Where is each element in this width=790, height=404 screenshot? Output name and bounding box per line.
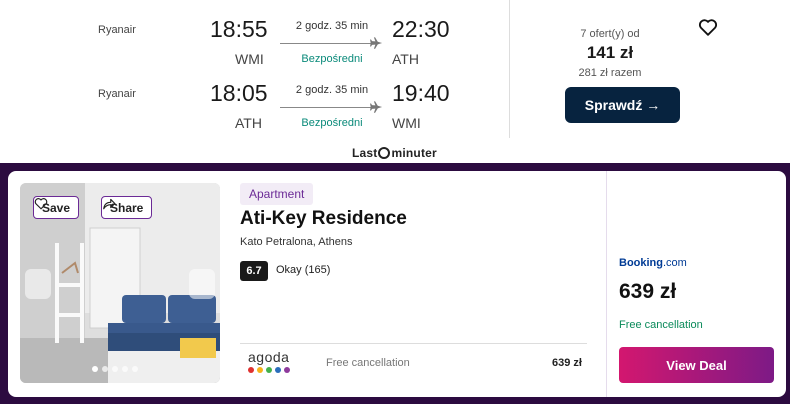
airline-name: Ryanair [98, 24, 136, 36]
lastminuter-logo: Last minuter [352, 145, 437, 161]
deal-divider [606, 171, 607, 397]
photo-pagination[interactable] [92, 366, 138, 372]
save-button[interactable]: Save [33, 196, 80, 219]
airplane-icon [370, 101, 383, 113]
property-type-badge: Apartment [240, 183, 314, 205]
departure-time: 18:05 [210, 80, 268, 106]
airline-name: Ryanair [98, 88, 136, 100]
hotel-name[interactable]: Ati-Key Residence [240, 208, 407, 230]
stops-label: Bezpośredni [301, 117, 363, 129]
rating-score-badge: 6.7 [240, 261, 268, 281]
hotel-result-card[interactable]: Save Share Apartment Ati-Key Residence K… [8, 171, 786, 397]
departure-time: 18:55 [210, 16, 268, 42]
photo-dot[interactable] [112, 366, 118, 372]
photo-dot[interactable] [122, 366, 128, 372]
logo-text-part2: minuter [391, 146, 437, 160]
price-divider [509, 0, 510, 138]
agoda-logo-dots [248, 367, 298, 373]
flight-duration: 2 godz. 35 min [295, 84, 369, 96]
provider-divider [240, 343, 587, 344]
agoda-logo-text: agoda [248, 349, 290, 365]
agoda-dot [266, 367, 272, 373]
photo-dot[interactable] [92, 366, 98, 372]
check-offer-button[interactable]: Sprawdź → [565, 87, 680, 123]
photo-dot[interactable] [132, 366, 138, 372]
share-button[interactable]: Share [101, 196, 153, 219]
deal-cancellation: Free cancellation [619, 319, 703, 331]
flight-leg-outbound: Ryanair 18:55 WMI 2 godz. 35 min Bezpośr… [0, 10, 510, 70]
share-icon [103, 198, 116, 210]
arrival-airport-code: WMI [392, 115, 421, 131]
clock-logo-icon [378, 147, 391, 159]
agoda-dot [248, 367, 254, 373]
departure-airport-code: ATH [235, 115, 262, 131]
provider-price[interactable]: 639 zł [552, 357, 582, 369]
agoda-logo[interactable]: agoda [248, 349, 298, 373]
booking-logo-name: Booking [619, 257, 663, 269]
offers-count: 7 ofert(y) od [580, 28, 640, 40]
heart-icon [34, 198, 48, 210]
hotel-location: Kato Petralona, Athens [240, 236, 353, 248]
route-line [280, 107, 376, 108]
rating-text: Okay (165) [276, 264, 331, 276]
arrival-airport-code: ATH [392, 51, 419, 67]
provider-cancellation: Free cancellation [326, 357, 410, 369]
flight-price: 141 zł [586, 43, 634, 62]
heart-icon[interactable] [697, 16, 719, 38]
agoda-dot [257, 367, 263, 373]
hotel-photo[interactable]: Save Share [20, 183, 220, 383]
arrival-time: 22:30 [392, 16, 450, 42]
view-deal-button[interactable]: View Deal [619, 347, 774, 383]
agoda-dot [275, 367, 281, 373]
photo-dot[interactable] [102, 366, 108, 372]
booking-logo: Booking.com [619, 257, 687, 269]
route-line [280, 43, 376, 44]
next-photo-button[interactable] [189, 269, 215, 299]
departure-airport-code: WMI [235, 51, 264, 67]
airplane-icon [370, 37, 383, 49]
previous-photo-button[interactable] [25, 269, 51, 299]
logo-text-part1: Last [352, 146, 378, 160]
stops-label: Bezpośredni [301, 53, 363, 65]
agoda-dot [284, 367, 290, 373]
flight-leg-return: Ryanair 18:05 ATH 2 godz. 35 min Bezpośr… [0, 74, 510, 134]
arrival-time: 19:40 [392, 80, 450, 106]
flight-duration: 2 godz. 35 min [295, 20, 369, 32]
flight-result-card: Ryanair 18:55 WMI 2 godz. 35 min Bezpośr… [0, 0, 790, 165]
booking-logo-suffix: .com [663, 257, 687, 269]
deal-price: 639 zł [619, 280, 677, 303]
flight-total-price: 281 zł razem [578, 67, 642, 79]
